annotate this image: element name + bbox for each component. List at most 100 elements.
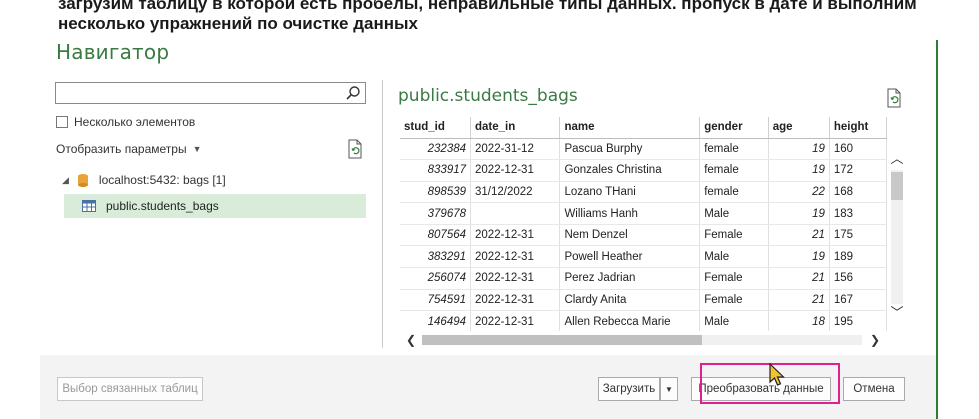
cell-height: 160 xyxy=(829,138,887,161)
search-input[interactable] xyxy=(55,82,366,104)
cell-date-in: 2022-12-31 xyxy=(470,224,561,247)
cell-gender: Female xyxy=(699,289,769,312)
cell-date-in: 2022-12-31 xyxy=(470,289,561,312)
table-row: 807564 2022-12-31 Nem Denzel Female 21 1… xyxy=(400,224,887,247)
vertical-scrollbar[interactable]: ︿ ﹀ xyxy=(888,150,906,324)
cell-stud-id: 898539 xyxy=(400,181,472,204)
column-header[interactable]: height xyxy=(829,117,887,139)
cell-height: 175 xyxy=(829,224,887,247)
table-row: 898539 31/12/2022 Lozano THani female 22… xyxy=(400,181,887,204)
cell-height: 195 xyxy=(829,310,887,331)
cell-date-in xyxy=(470,202,561,225)
cell-gender: Female xyxy=(699,267,769,290)
vertical-scroll-thumb[interactable] xyxy=(891,172,903,200)
cell-gender: Male xyxy=(699,310,769,331)
cell-name: Allen Rebecca Marie xyxy=(559,310,701,331)
search-icon[interactable] xyxy=(345,85,361,101)
cell-name: Clardy Anita xyxy=(559,289,701,312)
column-header[interactable]: age xyxy=(768,117,830,139)
scroll-right-icon[interactable]: ❯ xyxy=(866,332,884,348)
column-header[interactable]: name xyxy=(559,117,701,139)
cell-gender: female xyxy=(699,159,769,182)
display-params-dropdown[interactable]: Отобразить параметры ▼ xyxy=(56,142,202,156)
cell-stud-id: 807564 xyxy=(400,224,472,247)
table-node-label: public.students_bags xyxy=(106,199,219,213)
column-header[interactable]: stud_id xyxy=(400,117,472,139)
cell-date-in: 2022-12-31 xyxy=(470,310,561,331)
cell-age: 22 xyxy=(768,181,830,204)
multi-select-label: Несколько элементов xyxy=(74,115,196,129)
cell-name: Gonzales Christina xyxy=(559,159,701,182)
cell-height: 172 xyxy=(829,159,887,182)
chevron-down-icon: ▼ xyxy=(192,144,202,154)
window-title: Навигатор xyxy=(56,40,170,64)
tree-node-server[interactable]: ◢ localhost:5432: bags [1] xyxy=(62,173,226,187)
load-dropdown-button[interactable]: ▼ xyxy=(660,377,678,401)
cell-name: Pascua Burphy xyxy=(559,138,701,161)
cell-date-in: 2022-31-12 xyxy=(470,138,561,161)
table-row: 754591 2022-12-31 Clardy Anita Female 21… xyxy=(400,289,887,312)
column-header[interactable]: gender xyxy=(699,117,769,139)
window-edge xyxy=(936,40,938,419)
scroll-left-icon[interactable]: ❮ xyxy=(402,332,420,348)
cell-name: Lozano THani xyxy=(559,181,701,204)
cell-age: 18 xyxy=(768,310,830,331)
cell-age: 19 xyxy=(768,202,830,225)
cancel-button[interactable]: Отмена xyxy=(843,377,905,401)
cell-date-in: 31/12/2022 xyxy=(470,181,561,204)
refresh-icon[interactable] xyxy=(346,139,364,159)
cell-date-in: 2022-12-31 xyxy=(470,267,561,290)
chevron-down-icon: ▼ xyxy=(665,384,673,394)
cell-height: 156 xyxy=(829,267,887,290)
tree-node-table[interactable]: public.students_bags xyxy=(64,194,366,218)
cell-stud-id: 232384 xyxy=(400,138,472,161)
cell-name: Williams Hanh xyxy=(559,202,701,225)
refresh-preview-icon[interactable] xyxy=(885,88,903,108)
cell-name: Perez Jadrian xyxy=(559,267,701,290)
mouse-cursor-icon xyxy=(769,362,785,386)
table-icon xyxy=(82,200,96,212)
cell-gender: female xyxy=(699,181,769,204)
scroll-down-icon[interactable]: ﹀ xyxy=(888,304,906,322)
cell-stud-id: 383291 xyxy=(400,245,472,269)
preview-grid[interactable]: stud_id date_in name gender age height 2… xyxy=(400,117,887,331)
multi-select-row[interactable]: Несколько элементов xyxy=(56,115,195,129)
database-icon xyxy=(77,174,88,187)
cell-age: 19 xyxy=(768,245,830,269)
cell-height: 183 xyxy=(829,202,887,225)
cell-stud-id: 256074 xyxy=(400,267,472,290)
cell-name: Powell Heather xyxy=(559,245,701,269)
cell-age: 19 xyxy=(768,159,830,182)
expand-arrow-icon[interactable]: ◢ xyxy=(62,175,69,186)
cell-height: 189 xyxy=(829,245,887,269)
cell-gender: Male xyxy=(699,245,769,269)
cell-date-in: 2022-12-31 xyxy=(470,245,561,269)
cell-age: 19 xyxy=(768,138,830,161)
select-related-tables-button[interactable]: Выбор связанных таблиц xyxy=(57,377,203,401)
load-button[interactable]: Загрузить xyxy=(598,377,660,401)
cell-stud-id: 146494 xyxy=(400,310,472,331)
cell-name: Nem Denzel xyxy=(559,224,701,247)
cell-age: 21 xyxy=(768,267,830,290)
cell-height: 167 xyxy=(829,289,887,312)
cell-gender: Female xyxy=(699,224,769,247)
table-row: 379678 Williams Hanh Male 19 183 xyxy=(400,202,887,225)
horizontal-scrollbar[interactable]: ❮ ❯ xyxy=(400,332,887,348)
multi-select-checkbox[interactable] xyxy=(56,116,68,128)
data-table: stud_id date_in name gender age height 2… xyxy=(400,117,887,331)
display-params-label: Отобразить параметры xyxy=(56,142,187,156)
preview-title: public.students_bags xyxy=(398,86,578,106)
panel-divider[interactable] xyxy=(382,80,383,348)
cell-gender: Male xyxy=(699,202,769,225)
table-row: 232384 2022-31-12 Pascua Burphy female 1… xyxy=(400,138,887,161)
table-row: 383291 2022-12-31 Powell Heather Male 19… xyxy=(400,245,887,269)
cell-date-in: 2022-12-31 xyxy=(470,159,561,182)
table-header-row: stud_id date_in name gender age height xyxy=(400,117,887,139)
cell-height: 168 xyxy=(829,181,887,204)
cell-gender: female xyxy=(699,138,769,161)
horizontal-scroll-thumb[interactable] xyxy=(422,335,702,345)
scroll-up-icon[interactable]: ︿ xyxy=(888,150,906,168)
table-row: 256074 2022-12-31 Perez Jadrian Female 2… xyxy=(400,267,887,290)
column-header[interactable]: date_in xyxy=(470,117,561,139)
cell-age: 21 xyxy=(768,289,830,312)
